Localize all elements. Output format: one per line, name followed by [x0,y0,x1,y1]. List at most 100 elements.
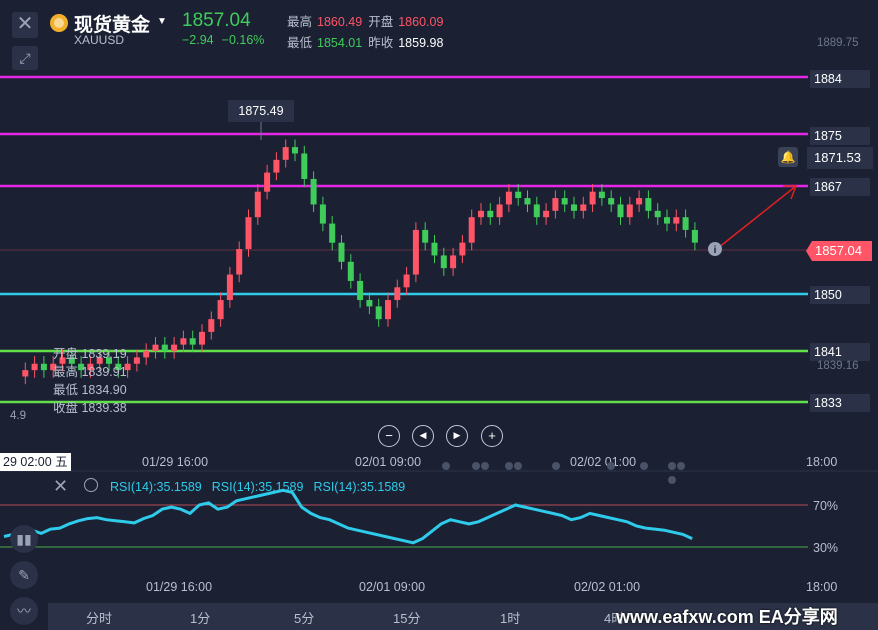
draw-pencil-icon[interactable]: ✎ [10,561,38,589]
candle-body [617,204,624,218]
candle-body [450,255,457,269]
tf-tick[interactable]: 分时 [86,608,112,627]
rsi-line [3,488,693,545]
tf-1h[interactable]: 1时 [500,608,520,627]
time-label-1: 01/29 16:00 [142,455,209,469]
rsi-level-30-label: 30% [813,541,839,555]
indicator-icon[interactable]: 〰 [10,597,38,625]
hline-label-1867: 1867 [810,178,870,196]
watermark: www.eafxw.com EA分享网 [616,607,838,627]
scroll-right-button[interactable]: ▶ [446,425,468,447]
tf-1m[interactable]: 1分 [190,608,210,627]
candle-body [459,242,466,256]
candle-body [338,242,345,262]
scroll-left-button[interactable]: ◀ [412,425,434,447]
rsi-label-2: RSI(14):35.1589 [211,480,304,494]
event-dots-5[interactable] [607,459,627,470]
rsi-level-70-label: 70% [813,499,839,513]
candle-body [226,274,233,301]
svg-text:i: i [714,245,717,256]
candle-body [22,370,29,377]
bottom-time-1: 01/29 16:00 [146,580,213,594]
forecast-arrow[interactable] [717,185,797,249]
rsi-label-3: RSI(14):35.1589 [313,480,406,494]
event-dots-4[interactable] [552,459,572,470]
candle-body [580,204,587,211]
candle-body [385,300,391,320]
candle-body [236,249,243,275]
candle-body [161,344,168,352]
rsi-close-icon[interactable]: ✕ [53,476,68,497]
candle-body [468,217,475,243]
candle-body [357,280,364,301]
candle-body [524,198,531,205]
event-dots-7[interactable] [668,459,688,484]
candle-body [292,147,298,154]
hline-label-1875: 1875 [810,127,870,145]
hline-label-1833: 1833 [810,394,870,412]
high-tooltip: 1875.49 [228,100,294,122]
candle-body [673,217,680,224]
candle-body [533,204,540,218]
candle-body [245,217,252,250]
event-dots-1[interactable] [442,459,462,470]
candle-body [440,255,447,269]
rsi-label-1: RSI(14):35.1589 [110,480,202,494]
event-dots-3[interactable] [505,459,525,470]
time-label-2: 02/01 09:00 [355,455,422,469]
tf-15m[interactable]: 15分 [393,608,420,627]
candle-body [654,210,661,218]
candle-body [329,223,336,243]
bottom-time-3: 02/02 01:00 [574,580,641,594]
left-partial-value: 4.9 [10,410,26,422]
candle-body [254,191,261,218]
alert-price[interactable]: 1871.53 [807,147,873,169]
ohlc-panel: 开盘 1839.19 最高 1839.91 最低 1834.90 收盘 1839… [53,345,127,417]
candle-body [552,198,559,211]
candle-body [40,363,47,371]
candle-body [543,210,550,218]
candle-body [598,191,605,199]
candle-body [496,204,503,218]
candle-body [301,153,308,179]
candle-body [133,357,140,364]
candle-body [571,204,577,211]
candle-body [645,198,652,211]
candle-body [515,191,522,199]
candle-body [664,217,670,224]
candle-body [589,191,596,205]
candle-body [487,210,494,218]
rsi-settings-icon[interactable] [84,478,98,492]
candle-body [217,300,224,320]
event-dots-6[interactable] [640,459,660,470]
candle-body [412,229,419,275]
ohlc-low: 最低 1834.90 [53,383,127,397]
candle-body [403,274,410,288]
candle-body [199,331,205,345]
zoom-out-button[interactable]: − [378,425,400,447]
candle-body [691,229,698,243]
candle-body [189,338,196,345]
candle-body [208,319,215,332]
candle-body [422,229,429,243]
bell-icon[interactable]: 🔔 [778,147,798,167]
candle-body [143,351,150,358]
candle-body [682,217,689,230]
rsi-legend: RSI(14):35.1589 RSI(14):35.1589 RSI(14):35… [110,480,415,494]
candle-body [608,198,615,205]
candle-body [31,363,38,371]
candle-body [180,338,187,345]
event-dots-2[interactable] [472,459,492,470]
candle-body [366,300,373,307]
candle-body [282,147,289,160]
candle-body [310,178,317,205]
candle-body [375,306,382,320]
zoom-in-button[interactable]: + [481,425,503,447]
time-axis: 29 02:00 五 01/29 16:00 02/01 09:00 02/02… [0,453,878,484]
candle-body [171,344,178,352]
candle-body [273,159,280,173]
candle-body [394,287,401,301]
tf-5m[interactable]: 5分 [294,608,314,627]
candlestick-chart[interactable]: i [0,0,878,630]
candle-style-icon[interactable]: ▮▮ [10,525,38,553]
